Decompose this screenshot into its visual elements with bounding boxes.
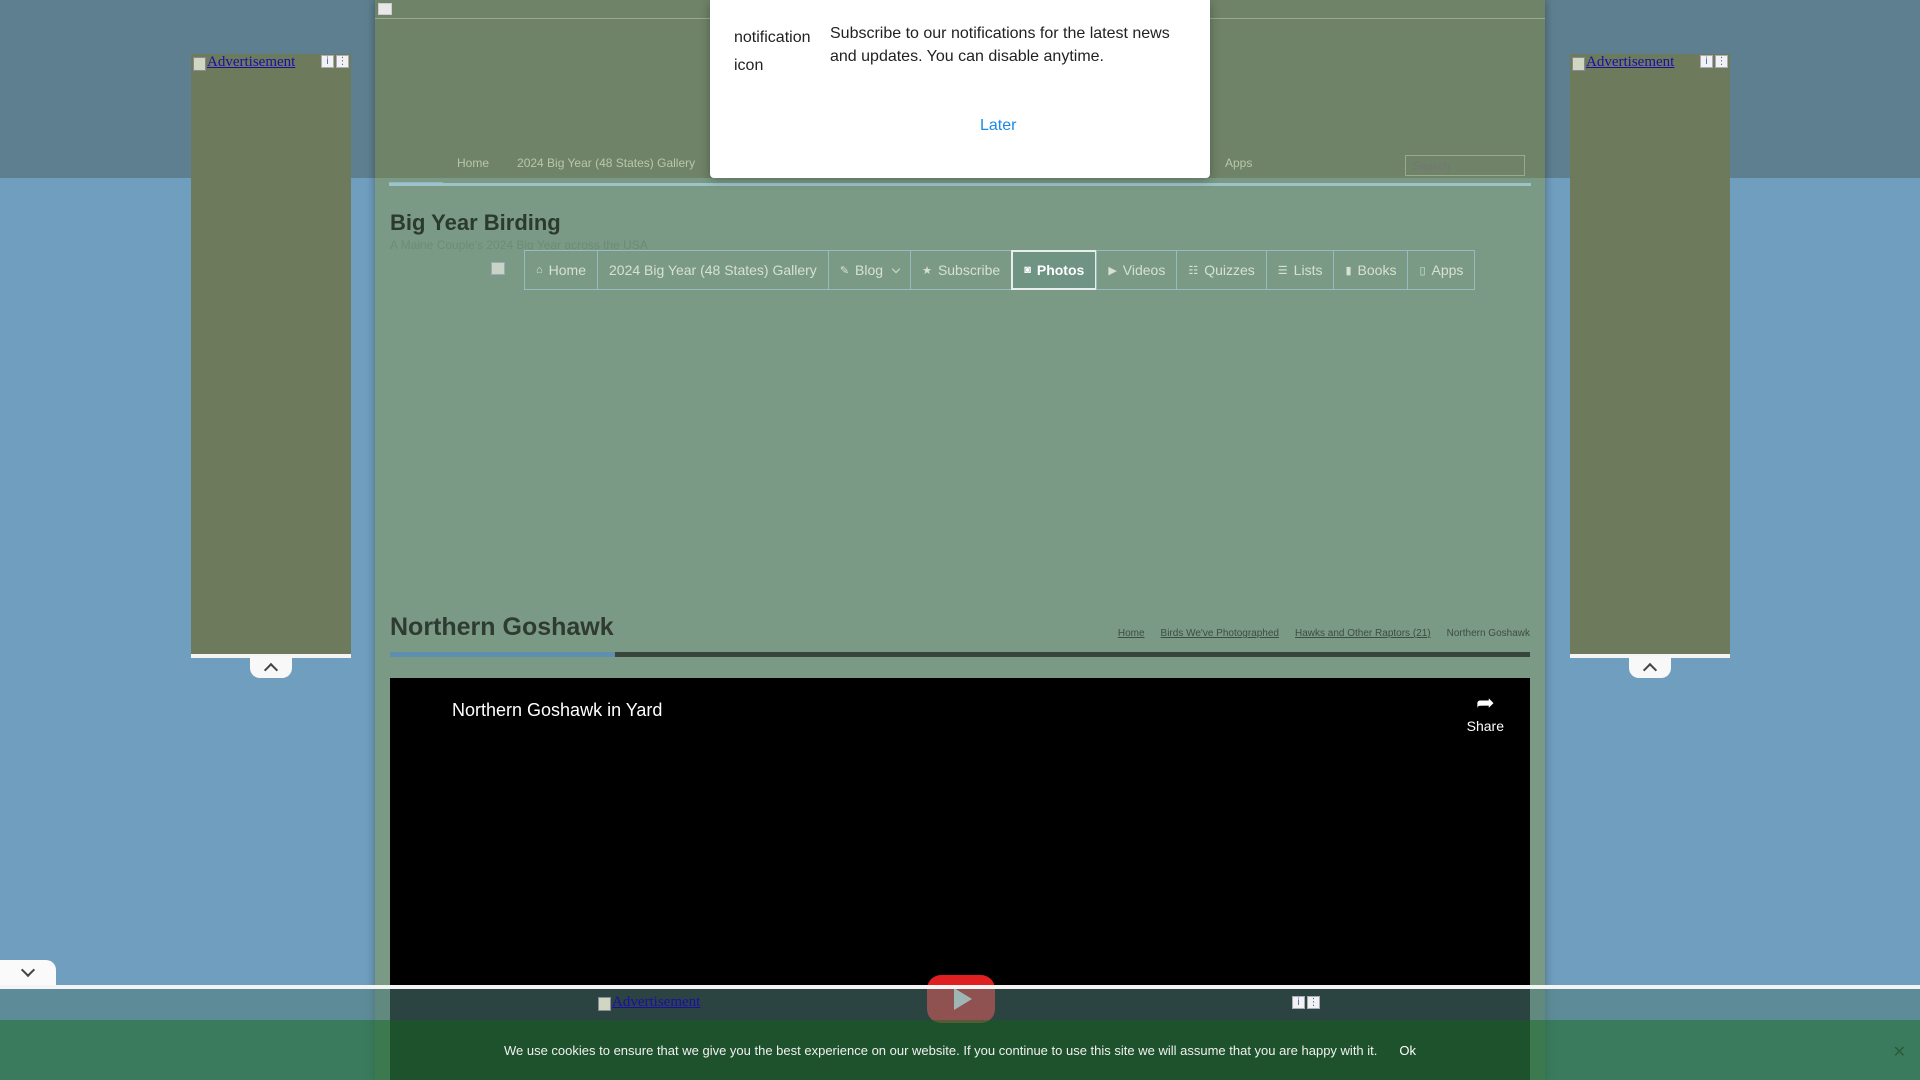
top-nav-item-apps[interactable]: Apps xyxy=(1225,156,1252,170)
nav-item-blog[interactable]: ✎ Blog xyxy=(827,250,912,290)
chevron-up-icon xyxy=(1642,662,1658,678)
quiz-icon: ☷ xyxy=(1188,264,1199,277)
search-input[interactable] xyxy=(1405,155,1525,176)
nav-item-home[interactable]: ⌂ Home xyxy=(524,250,599,290)
share-icon: ➦ xyxy=(1476,690,1495,715)
breadcrumb-home[interactable]: Home xyxy=(1118,628,1145,639)
breadcrumb: Home Birds We've Photographed Hawks and … xyxy=(1118,628,1530,639)
book-icon: ▮ xyxy=(1345,264,1352,277)
ad-info-icon[interactable]: i xyxy=(1292,996,1305,1009)
nav-item-label: Subscribe xyxy=(937,262,1001,278)
collapse-left-ad-button[interactable] xyxy=(250,656,292,678)
home-icon: ⌂ xyxy=(536,264,543,276)
site-title[interactable]: Big Year Birding xyxy=(390,210,561,236)
ad-info-icon[interactable]: i xyxy=(321,55,334,68)
collapse-right-ad-button[interactable] xyxy=(1629,656,1671,678)
close-icon[interactable]: ✕ xyxy=(1893,1042,1906,1062)
nav-item-label: Apps xyxy=(1431,262,1464,278)
nav-item-label: Blog xyxy=(855,262,884,278)
cookie-message: We use cookies to ensure that we give yo… xyxy=(503,1042,1378,1058)
header-image xyxy=(378,3,392,15)
collapse-bottom-ad-button[interactable] xyxy=(0,960,56,986)
later-button[interactable]: Later xyxy=(980,117,1016,135)
heading-underline xyxy=(390,652,1530,657)
ad-menu-icon[interactable]: ⋮ xyxy=(1307,996,1320,1009)
breadcrumb-birds-photographed[interactable]: Birds We've Photographed xyxy=(1161,628,1279,639)
page-title: Northern Goshawk xyxy=(390,613,614,641)
nav-item-label: Books xyxy=(1357,262,1397,278)
nav-item-gallery[interactable]: 2024 Big Year (48 States) Gallery xyxy=(597,250,829,290)
nav-item-label: Videos xyxy=(1122,262,1166,278)
camera-icon: ◙ xyxy=(1024,264,1031,276)
ad-menu-icon[interactable]: ⋮ xyxy=(1715,55,1728,68)
top-nav-item-gallery[interactable]: 2024 Big Year (48 States) Gallery xyxy=(503,150,709,184)
nav-item-label: Photos xyxy=(1036,262,1085,278)
cookie-banner: We use cookies to ensure that we give yo… xyxy=(0,1020,1920,1080)
ad-info-icon[interactable]: i xyxy=(1700,55,1713,68)
top-nav-home-icon[interactable] xyxy=(389,150,443,184)
notification-prompt: notification icon Subscribe to our notif… xyxy=(710,0,1210,178)
blog-icon: ✎ xyxy=(839,264,850,277)
share-label: Share xyxy=(1466,718,1504,734)
main-nav: ⌂ Home 2024 Big Year (48 States) Gallery… xyxy=(524,250,1476,290)
advertisement-link[interactable]: Advertisement xyxy=(191,54,295,71)
bottom-sticky-ad[interactable]: Advertisement i ⋮ xyxy=(0,985,1920,1020)
nav-item-photos[interactable]: ◙ Photos xyxy=(1011,250,1098,290)
breadcrumb-hawks-raptors[interactable]: Hawks and Other Raptors (21) xyxy=(1295,628,1431,639)
ad-controls: i ⋮ xyxy=(1292,996,1320,1009)
nav-item-label: 2024 Big Year (48 States) Gallery xyxy=(609,262,817,278)
nav-item-subscribe[interactable]: ★ Subscribe xyxy=(910,250,1013,290)
nav-item-videos[interactable]: ▶ Videos xyxy=(1096,250,1178,290)
nav-item-label: Quizzes xyxy=(1204,262,1255,278)
notification-message: Subscribe to our notifications for the l… xyxy=(830,25,1170,65)
right-side-ad[interactable]: Advertisement i ⋮ xyxy=(1570,54,1730,678)
breadcrumb-current: Northern Goshawk xyxy=(1446,628,1530,639)
list-icon: ☰ xyxy=(1277,264,1288,277)
site-logo[interactable] xyxy=(491,262,505,275)
notification-icon: notification icon xyxy=(734,29,811,74)
share-button[interactable]: ➦ Share xyxy=(1466,690,1504,735)
ad-controls: i ⋮ xyxy=(1700,55,1728,68)
chevron-down-icon xyxy=(20,962,36,978)
top-nav-item-home[interactable]: Home xyxy=(443,150,503,184)
video-icon: ▶ xyxy=(1108,264,1117,277)
chevron-down-icon xyxy=(891,264,901,273)
mobile-icon: ▯ xyxy=(1419,264,1426,277)
nav-item-books[interactable]: ▮ Books xyxy=(1333,250,1409,290)
left-side-ad[interactable]: Advertisement i ⋮ xyxy=(191,54,351,678)
advertisement-link[interactable]: Advertisement xyxy=(1570,54,1674,71)
nav-item-quizzes[interactable]: ☷ Quizzes xyxy=(1176,250,1267,290)
nav-item-apps[interactable]: ▯ Apps xyxy=(1407,250,1476,290)
advertisement-link[interactable]: Advertisement xyxy=(596,994,700,1011)
star-icon: ★ xyxy=(922,264,932,277)
nav-item-label: Lists xyxy=(1293,262,1323,278)
nav-item-label: Home xyxy=(548,262,587,278)
nav-item-lists[interactable]: ☰ Lists xyxy=(1265,250,1335,290)
chevron-up-icon xyxy=(263,662,279,678)
ad-controls: i ⋮ xyxy=(321,55,349,68)
video-title[interactable]: Northern Goshawk in Yard xyxy=(452,700,662,721)
nav-underline xyxy=(389,183,1531,186)
cookie-ok-button[interactable]: Ok xyxy=(1399,1043,1416,1058)
top-nav: Home 2024 Big Year (48 States) Gallery xyxy=(389,150,709,184)
ad-menu-icon[interactable]: ⋮ xyxy=(336,55,349,68)
heading-underline-accent xyxy=(390,652,615,657)
